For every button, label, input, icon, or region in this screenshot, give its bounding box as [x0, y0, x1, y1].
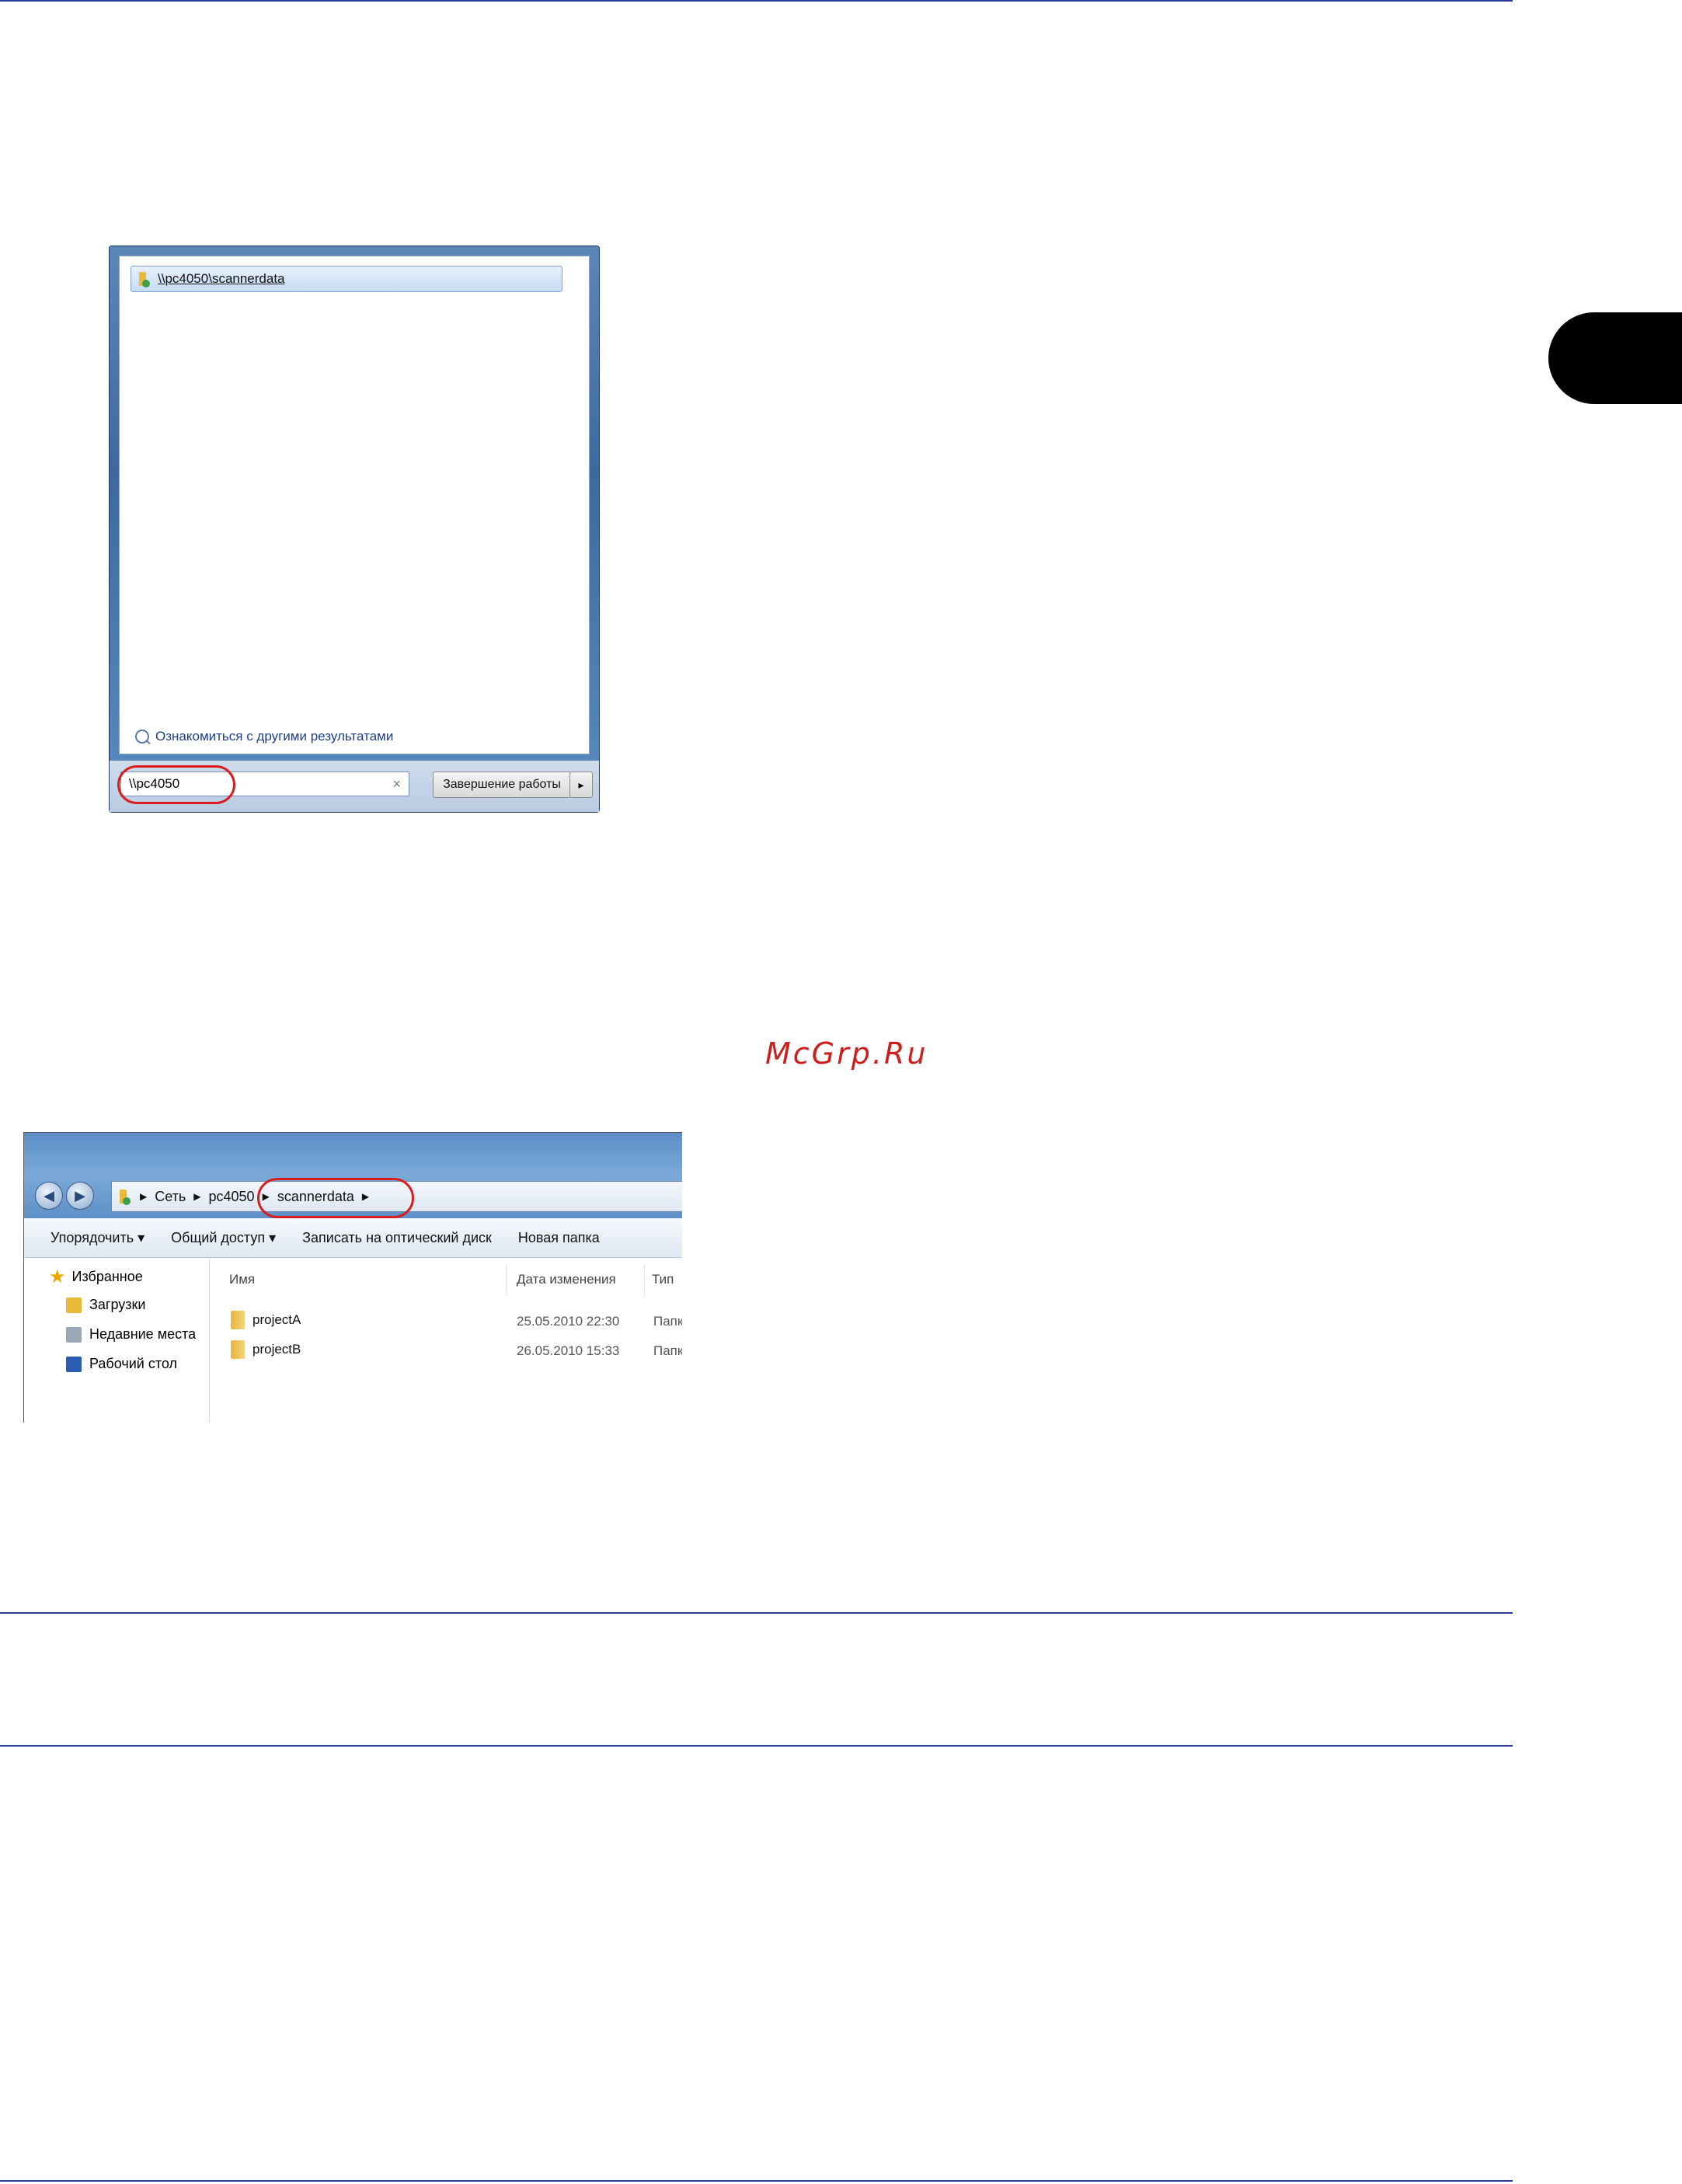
nav-desktop-label: Рабочий стол — [89, 1356, 177, 1371]
watermark: McGrp.Ru — [765, 1036, 928, 1071]
file-date: 26.05.2010 15:33 — [517, 1343, 620, 1358]
shutdown-button[interactable]: Завершение работы — [433, 772, 571, 798]
shutdown-options-arrow[interactable]: ▸ — [569, 772, 593, 798]
search-icon — [135, 730, 149, 744]
burn-button[interactable]: Записать на оптический диск — [302, 1230, 492, 1246]
see-more-results-link[interactable]: Ознакомиться с другими результатами — [135, 729, 393, 744]
file-name: projectA — [252, 1312, 301, 1327]
forward-button[interactable]: ▶ — [66, 1182, 94, 1210]
nav-item-downloads[interactable]: Загрузки — [66, 1297, 145, 1313]
file-name: projectB — [252, 1342, 301, 1357]
column-header-name[interactable]: Имя — [229, 1272, 255, 1287]
search-result-label: \\pc4050\scannerdata — [158, 271, 285, 286]
highlight-oval-search — [117, 765, 235, 804]
folder-icon — [231, 1340, 245, 1359]
back-arrow-icon: ◀ — [44, 1187, 54, 1203]
file-type: Папк — [653, 1343, 682, 1358]
clear-icon[interactable]: × — [392, 776, 401, 792]
organize-button[interactable]: Упорядочить ▾ — [50, 1230, 145, 1246]
network-folder-icon — [118, 1188, 132, 1205]
forward-arrow-icon: ▶ — [75, 1187, 85, 1203]
search-result-item[interactable]: \\pc4050\scannerdata — [131, 266, 562, 292]
start-menu-screenshot: \\pc4050\scannerdata Ознакомиться с друг… — [109, 246, 600, 813]
file-list: Имя Дата изменения Тип projectA 25.05.20… — [209, 1258, 682, 1423]
see-more-results-label: Ознакомиться с другими результатами — [155, 729, 394, 744]
nav-downloads-label: Загрузки — [89, 1297, 146, 1312]
nav-item-favorites[interactable]: ★ Избранное — [49, 1266, 143, 1288]
explorer-title-area: ◀ ▶ ▶ Сеть ▶ pc4050 ▶ scannerdata ▶ — [24, 1133, 682, 1218]
share-button[interactable]: Общий доступ ▾ — [171, 1230, 276, 1246]
bottom-rule — [0, 2180, 1513, 2182]
file-row[interactable]: projectA — [231, 1311, 301, 1329]
separator-rule-2 — [0, 1745, 1513, 1747]
downloads-folder-icon — [66, 1297, 82, 1313]
nav-item-recent[interactable]: Недавние места — [66, 1326, 196, 1343]
nav-recent-label: Недавние места — [89, 1326, 197, 1342]
breadcrumb-separator-icon[interactable]: ▶ — [193, 1191, 200, 1202]
file-type: Папк — [653, 1314, 682, 1329]
breadcrumb-pc4050[interactable]: pc4050 — [209, 1189, 255, 1205]
navigation-pane: ★ Избранное Загрузки Недавние места Рабо… — [24, 1258, 210, 1423]
top-rule — [0, 0, 1513, 2]
file-date: 25.05.2010 22:30 — [517, 1314, 620, 1329]
file-row[interactable]: projectB — [231, 1340, 301, 1359]
start-menu-bottom-bar: \\pc4050 × Завершение работы ▸ — [110, 761, 599, 812]
back-button[interactable]: ◀ — [35, 1182, 63, 1210]
recent-places-icon — [66, 1326, 82, 1343]
new-folder-button[interactable]: Новая папка — [518, 1230, 600, 1246]
desktop-icon — [66, 1356, 82, 1372]
explorer-toolbar: Упорядочить ▾ Общий доступ ▾ Записать на… — [24, 1218, 682, 1258]
column-divider[interactable] — [506, 1264, 507, 1295]
search-results-pane: \\pc4050\scannerdata Ознакомиться с друг… — [119, 256, 590, 754]
network-folder-icon — [138, 270, 151, 287]
folder-icon — [231, 1311, 245, 1329]
breadcrumb-network[interactable]: Сеть — [155, 1189, 186, 1205]
highlight-oval-breadcrumb — [257, 1178, 414, 1218]
explorer-window-screenshot: ◀ ▶ ▶ Сеть ▶ pc4050 ▶ scannerdata ▶ Упор… — [23, 1132, 682, 1423]
star-icon: ★ — [49, 1266, 66, 1287]
nav-item-desktop[interactable]: Рабочий стол — [66, 1356, 177, 1372]
nav-favorites-label: Избранное — [71, 1269, 143, 1284]
breadcrumb-separator-icon[interactable]: ▶ — [140, 1191, 147, 1202]
separator-rule-1 — [0, 1612, 1513, 1614]
chapter-tab-marker — [1548, 312, 1682, 404]
column-header-date[interactable]: Дата изменения — [517, 1272, 616, 1287]
column-divider[interactable] — [644, 1264, 645, 1295]
column-header-type[interactable]: Тип — [652, 1272, 674, 1287]
